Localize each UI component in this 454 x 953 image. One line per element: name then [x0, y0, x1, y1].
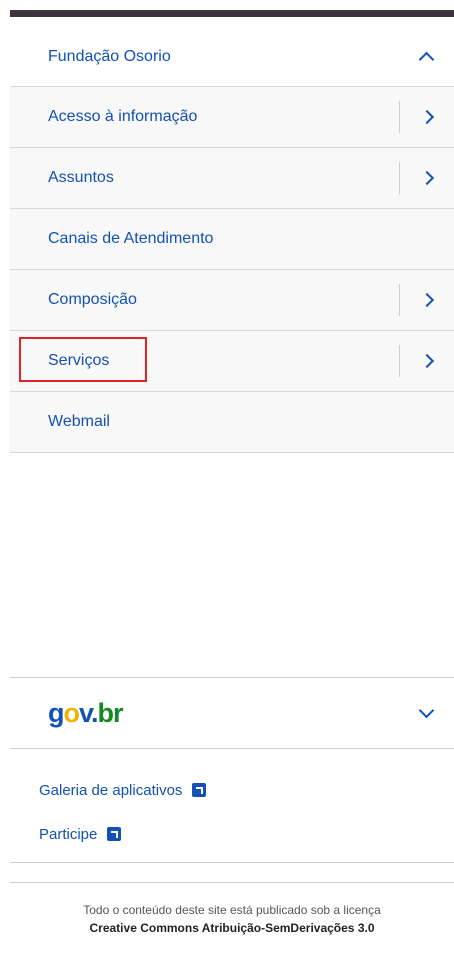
divider	[10, 862, 454, 863]
link-galeria-aplicativos[interactable]: Galeria de aplicativos	[10, 768, 454, 812]
menu-item-label[interactable]: Assuntos	[10, 169, 114, 187]
highlight-box	[19, 337, 147, 382]
chevron-down-icon[interactable]	[418, 702, 435, 718]
chevron-right-icon	[419, 170, 435, 186]
submenu-button[interactable]	[399, 345, 454, 377]
submenu-button[interactable]	[399, 101, 454, 133]
menu-item-webmail[interactable]: Webmail	[10, 392, 454, 453]
footer-license: Todo o conteúdo deste site está publicad…	[10, 903, 454, 935]
logo-part-v: v	[79, 697, 92, 728]
top-bar	[10, 10, 454, 17]
logo-part-o: o	[63, 697, 80, 728]
menu-item-label[interactable]: Canais de Atendimento	[10, 230, 213, 248]
link-label[interactable]: Participe	[39, 826, 97, 843]
menu-header[interactable]: Fundação Osorio	[10, 27, 454, 87]
external-link-icon	[107, 827, 122, 841]
menu-item-composicao[interactable]: Composição	[10, 270, 454, 331]
external-links: Galeria de aplicativos Participe	[10, 768, 454, 856]
side-menu: Fundação Osorio Acesso à informação Assu…	[10, 27, 454, 453]
govbr-logo[interactable]: gov.br	[48, 697, 124, 729]
chevron-up-icon[interactable]	[418, 51, 435, 68]
license-name[interactable]: Creative Commons Atribuição-SemDerivaçõe…	[10, 921, 454, 935]
menu-title: Fundação Osorio	[48, 47, 171, 65]
link-participe[interactable]: Participe	[10, 812, 454, 856]
chevron-right-icon	[419, 353, 435, 369]
divider	[10, 882, 454, 883]
menu-item-label[interactable]: Webmail	[10, 413, 110, 431]
menu-item-label[interactable]: Acesso à informação	[10, 108, 197, 126]
chevron-right-icon	[419, 292, 435, 308]
menu-item-assuntos[interactable]: Assuntos	[10, 148, 454, 209]
govbr-section[interactable]: gov.br	[10, 677, 454, 749]
submenu-button[interactable]	[399, 284, 454, 316]
menu-item-canais-atendimento[interactable]: Canais de Atendimento	[10, 209, 454, 270]
external-link-icon	[192, 783, 207, 797]
chevron-right-icon	[419, 109, 435, 125]
license-text: Todo o conteúdo deste site está publicad…	[83, 903, 381, 917]
link-label[interactable]: Galeria de aplicativos	[39, 782, 182, 799]
logo-part-br: br	[97, 697, 124, 728]
menu-item-label[interactable]: Composição	[10, 291, 137, 309]
submenu-button[interactable]	[399, 162, 454, 194]
menu-item-acesso-informacao[interactable]: Acesso à informação	[10, 87, 454, 148]
logo-part-g: g	[48, 697, 64, 728]
